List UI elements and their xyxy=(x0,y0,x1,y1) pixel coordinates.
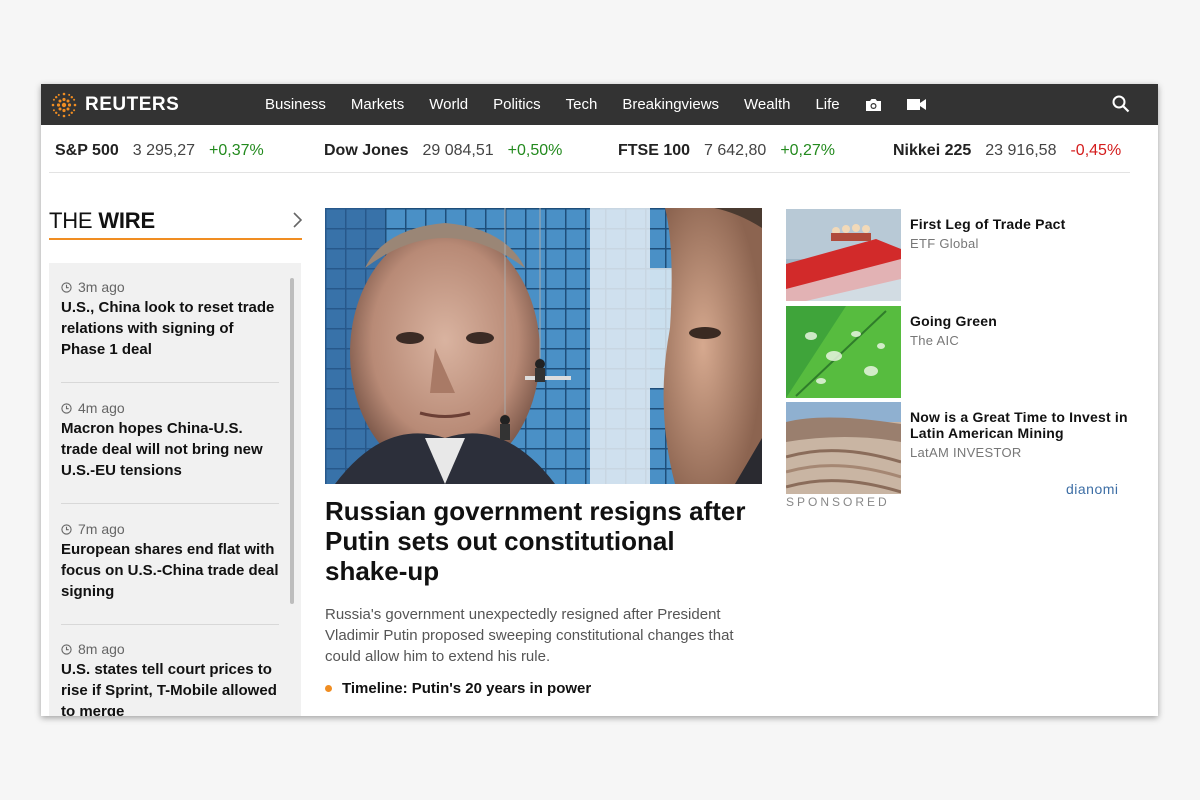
ticker-name: Nikkei 225 xyxy=(893,142,972,159)
top-nav-bar: REUTERS Business Markets World Politics … xyxy=(41,84,1158,125)
clock-icon xyxy=(61,523,72,535)
wire-time-text: 3m ago xyxy=(78,279,125,295)
ticker-value: 3 295,27 xyxy=(132,142,196,159)
reuters-logo-icon xyxy=(51,92,77,117)
hero-headline[interactable]: Russian government resigns after Putin s… xyxy=(325,496,755,586)
clock-icon xyxy=(61,402,72,414)
sponsored-item[interactable]: First Leg of Trade Pact ETF Global xyxy=(786,209,1126,301)
ad-title[interactable]: First Leg of Trade Pact ETF Global xyxy=(910,216,1130,252)
related-link-text[interactable]: Timeline: Putin's 20 years in power xyxy=(342,680,591,697)
related-link[interactable]: Timeline: Putin's 20 years in power xyxy=(325,680,591,697)
reuters-logo[interactable]: REUTERS xyxy=(49,90,179,120)
nav-wealth[interactable]: Wealth xyxy=(744,96,790,113)
ad-title-text[interactable]: First Leg of Trade Pact xyxy=(910,216,1066,232)
bullet-icon xyxy=(325,685,332,692)
divider xyxy=(61,382,279,383)
nav-world[interactable]: World xyxy=(429,96,468,113)
ticker-name: S&P 500 xyxy=(55,142,119,159)
divider xyxy=(61,624,279,625)
divider xyxy=(61,503,279,504)
ticker-name: FTSE 100 xyxy=(618,142,691,159)
ticker-change: -0,45% xyxy=(1070,142,1122,159)
wire-headline[interactable]: U.S., China look to reset trade relation… xyxy=(61,297,279,360)
clock-icon xyxy=(61,281,72,293)
wire-headline[interactable]: European shares end flat with focus on U… xyxy=(61,539,279,602)
ad-title-text[interactable]: Going Green xyxy=(910,313,997,329)
browser-page: REUTERS Business Markets World Politics … xyxy=(41,84,1158,716)
hero-image[interactable] xyxy=(325,208,762,484)
wire-item[interactable]: 8m ago U.S. states tell court prices to … xyxy=(61,641,279,716)
wire-time-text: 8m ago xyxy=(78,641,125,657)
video-icon[interactable] xyxy=(906,98,926,111)
wire-item-time: 4m ago xyxy=(61,400,279,416)
wire-title-light: THE xyxy=(49,208,99,233)
ad-thumbnail[interactable] xyxy=(786,209,901,301)
ad-title[interactable]: Going Green The AIC xyxy=(910,313,1130,349)
wire-list: 3m ago U.S., China look to reset trade r… xyxy=(49,263,301,716)
wire-title-bold: WIRE xyxy=(98,208,155,233)
wire-item[interactable]: 7m ago European shares end flat with foc… xyxy=(61,521,279,602)
nav-life[interactable]: Life xyxy=(815,96,839,113)
nav-business[interactable]: Business xyxy=(265,96,326,113)
sponsored-label: SPONSORED xyxy=(786,495,890,509)
chevron-right-icon[interactable] xyxy=(292,212,303,233)
ticker-item-dow-jones[interactable]: Dow Jones 29 084,51 +0,50% xyxy=(324,142,562,160)
ticker-item-sp500[interactable]: S&P 500 3 295,27 +0,37% xyxy=(55,142,264,160)
ad-thumbnail[interactable] xyxy=(786,306,901,398)
ad-title[interactable]: Now is a Great Time to Invest in Latin A… xyxy=(910,409,1130,461)
ticker-name: Dow Jones xyxy=(324,142,409,159)
hero-summary: Russia's government unexpectedly resigne… xyxy=(325,606,734,665)
nav-breakingviews[interactable]: Breakingviews xyxy=(622,96,719,113)
sponsored-item[interactable]: Going Green The AIC xyxy=(786,306,1126,398)
nav-markets[interactable]: Markets xyxy=(351,96,404,113)
clock-icon xyxy=(61,643,72,655)
nav-politics[interactable]: Politics xyxy=(493,96,541,113)
ad-title-text[interactable]: Now is a Great Time to Invest in Latin A… xyxy=(910,409,1128,441)
ticker-item-ftse100[interactable]: FTSE 100 7 642,80 +0,27% xyxy=(618,142,835,160)
ticker-change: +0,27% xyxy=(780,142,836,159)
wire-header: THE WIRE xyxy=(49,208,303,240)
ad-thumbnail[interactable] xyxy=(786,402,901,494)
wire-item-time: 8m ago xyxy=(61,641,279,657)
ticker-change: +0,37% xyxy=(209,142,264,159)
dianomi-logo[interactable]: dianomi xyxy=(1066,481,1119,497)
ad-source: LatAM INVESTOR xyxy=(910,445,1022,460)
ticker-item-nikkei225[interactable]: Nikkei 225 23 916,58 -0,45% xyxy=(893,142,1121,160)
ticker-value: 23 916,58 xyxy=(985,142,1057,159)
ticker-value: 7 642,80 xyxy=(704,142,767,159)
main-nav: Business Markets World Politics Tech Bre… xyxy=(265,84,951,125)
ad-source: The AIC xyxy=(910,333,960,348)
wire-headline[interactable]: U.S. states tell court prices to rise if… xyxy=(61,659,279,716)
search-icon[interactable] xyxy=(1112,95,1130,118)
wire-time-text: 4m ago xyxy=(78,400,125,416)
camera-icon[interactable] xyxy=(865,98,882,112)
ticker-change: +0,50% xyxy=(507,142,563,159)
ticker-value: 29 084,51 xyxy=(422,142,494,159)
wire-scrollbar[interactable] xyxy=(290,278,294,604)
wire-title[interactable]: THE WIRE xyxy=(49,208,155,233)
brand-name: REUTERS xyxy=(85,93,180,115)
wire-item-time: 3m ago xyxy=(61,279,279,295)
wire-item[interactable]: 4m ago Macron hopes China-U.S. trade dea… xyxy=(61,400,279,481)
market-ticker: S&P 500 3 295,27 +0,37% Dow Jones 29 084… xyxy=(49,125,1130,173)
wire-time-text: 7m ago xyxy=(78,521,125,537)
ad-source: ETF Global xyxy=(910,236,979,251)
nav-tech[interactable]: Tech xyxy=(566,96,598,113)
wire-item[interactable]: 3m ago U.S., China look to reset trade r… xyxy=(61,279,279,360)
wire-item-time: 7m ago xyxy=(61,521,279,537)
wire-headline[interactable]: Macron hopes China-U.S. trade deal will … xyxy=(61,418,279,481)
